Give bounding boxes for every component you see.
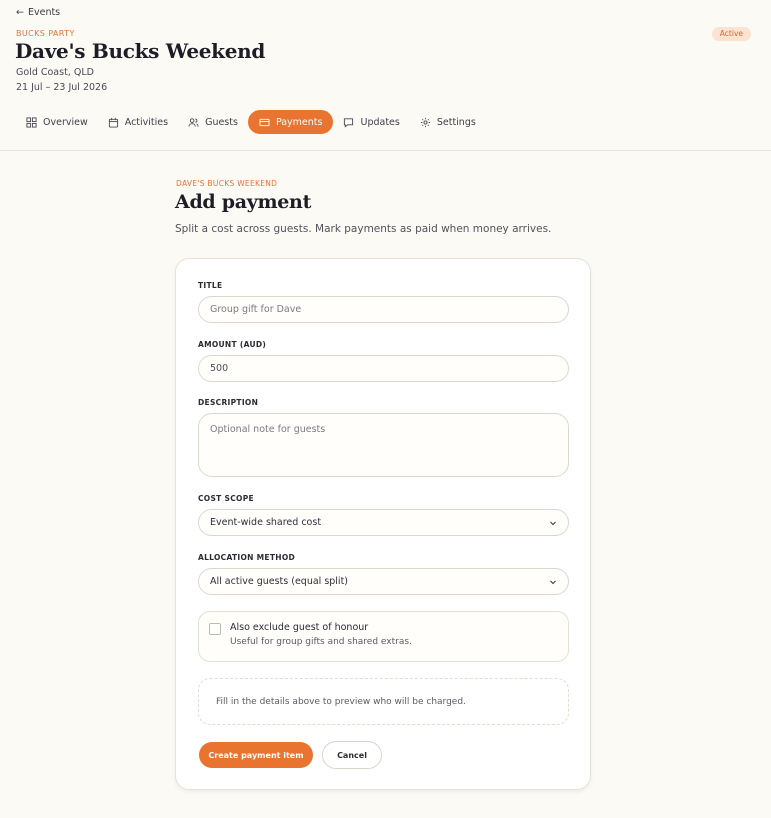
add-payment-form: TITLE Group gift for Dave AMOUNT (AUD) 5… [175, 258, 591, 790]
exclude-guest-of-honour-option: Also exclude guest of honour Useful for … [198, 611, 569, 662]
tab-settings-label: Settings [436, 116, 476, 128]
tab-activities-label: Activities [124, 116, 169, 128]
arrow-left-icon: ← [16, 7, 24, 18]
event-location: Gold Coast, QLD [16, 67, 94, 78]
tab-updates[interactable]: Updates [333, 110, 409, 134]
cancel-button[interactable]: Cancel [322, 741, 382, 769]
page-subtitle: Split a cost across guests. Mark payment… [175, 223, 552, 235]
back-link-label: Events [27, 7, 61, 18]
tab-payments[interactable]: Payments [247, 110, 334, 134]
description-label: DESCRIPTION [198, 398, 259, 407]
cost-scope-value: Event-wide shared cost [210, 517, 322, 528]
description-textarea[interactable]: Optional note for guests [198, 413, 569, 477]
event-type-label: BUCKS PARTY [16, 29, 75, 38]
tab-overview-label: Overview [43, 116, 88, 128]
page-eyebrow: DAVE'S BUCKS WEEKEND [176, 179, 278, 188]
tab-updates-label: Updates [360, 116, 400, 128]
amount-label: AMOUNT (AUD) [198, 340, 267, 349]
allocation-method-label: ALLOCATION METHOD [198, 553, 296, 562]
exclude-option-title: Also exclude guest of honour [230, 622, 369, 633]
allocation-method-select[interactable]: All active guests (equal split) [198, 568, 569, 595]
chevron-down-icon [550, 521, 556, 525]
card-icon [259, 118, 270, 126]
tab-overview[interactable]: Overview [16, 110, 98, 134]
exclude-guest-of-honour-checkbox[interactable] [209, 623, 221, 635]
grid-icon [26, 116, 37, 128]
charge-preview: Fill in the details above to preview who… [198, 678, 569, 725]
page-title: Add payment [175, 191, 312, 213]
chat-icon [344, 117, 354, 128]
create-payment-button[interactable]: Create payment item [199, 742, 313, 768]
event-tabs: Overview Activities Guests Payments Upda… [16, 110, 486, 134]
tab-payments-label: Payments [275, 116, 323, 128]
title-label: TITLE [198, 281, 223, 290]
back-to-events-link[interactable]: ← Events [16, 7, 60, 18]
tab-settings[interactable]: Settings [410, 110, 486, 134]
tab-activities[interactable]: Activities [98, 110, 178, 134]
event-title: Dave's Bucks Weekend [15, 39, 266, 63]
event-header: ← Events BUCKS PARTY Dave's Bucks Weeken… [0, 0, 771, 151]
allocation-method-value: All active guests (equal split) [210, 576, 349, 587]
title-input[interactable]: Group gift for Dave [198, 296, 569, 323]
exclude-option-hint: Useful for group gifts and shared extras… [230, 637, 412, 647]
event-dates: 21 Jul – 23 Jul 2026 [16, 82, 108, 93]
cost-scope-label: COST SCOPE [198, 494, 254, 503]
chevron-down-icon [550, 580, 556, 584]
users-icon [188, 117, 199, 127]
status-badge: Active [711, 27, 751, 41]
calendar-icon [108, 117, 118, 128]
amount-input[interactable]: 500 [198, 355, 569, 382]
tab-guests-label: Guests [205, 116, 238, 128]
gear-icon [420, 117, 430, 127]
tab-guests[interactable]: Guests [178, 110, 248, 134]
cost-scope-select[interactable]: Event-wide shared cost [198, 509, 569, 536]
